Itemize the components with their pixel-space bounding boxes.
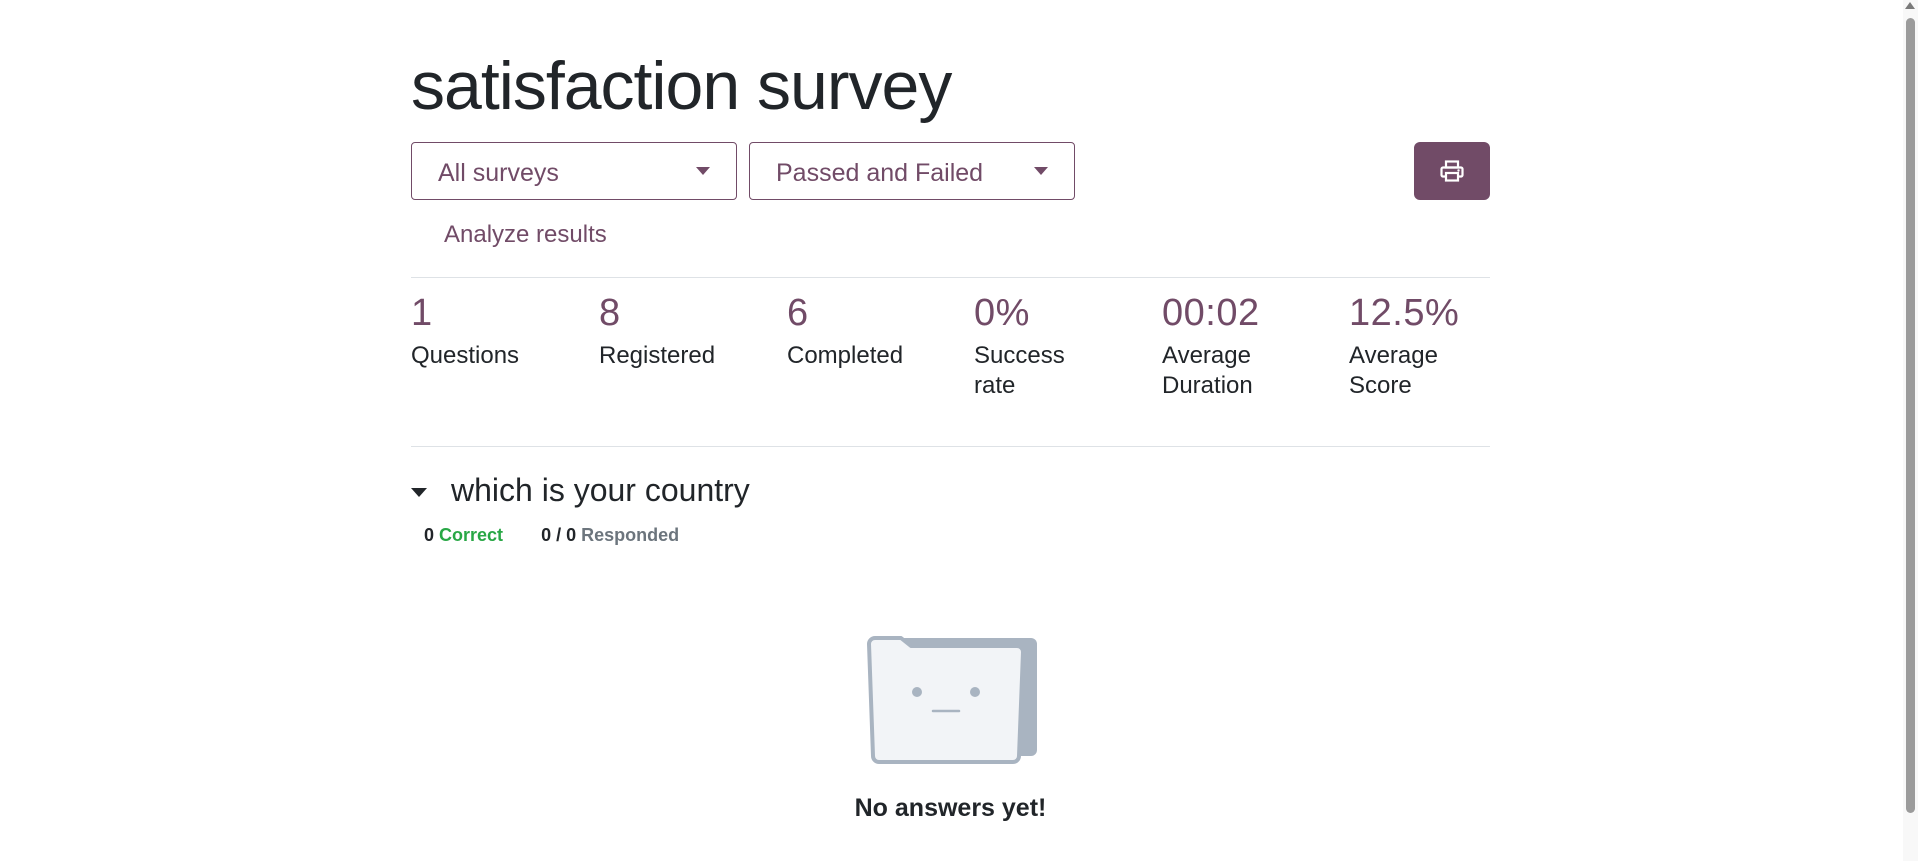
stat-value: 6 [787, 292, 809, 334]
caret-down-icon [696, 167, 710, 175]
empty-message: No answers yet! [854, 794, 1047, 822]
stat-label: Average Duration [1162, 342, 1253, 399]
survey-filter-value: All surveys [438, 159, 559, 187]
stat-label: Completed [787, 342, 904, 369]
stat-value: 0% [974, 292, 1030, 334]
page-title: satisfaction survey [411, 48, 952, 124]
stat-label: Success rate [974, 342, 1065, 399]
tab-analyze-results[interactable]: Analyze results [444, 220, 607, 250]
divider [411, 446, 1490, 447]
print-button[interactable] [1414, 142, 1490, 200]
question-title[interactable]: which is your country [451, 468, 750, 512]
stat-label: Questions [411, 342, 520, 369]
correct-count: 0 [424, 525, 435, 545]
empty-state: No answers yet! [411, 632, 1490, 823]
divider [411, 277, 1490, 278]
correct-label: Correct [439, 525, 504, 545]
stat-average-duration: 00:02 Average Duration [1162, 290, 1282, 401]
filter-bar: All surveys Passed and Failed [411, 142, 1490, 200]
vertical-scrollbar[interactable] [1903, 0, 1918, 861]
scrollbar-thumb[interactable] [1906, 18, 1915, 813]
responded-count: 0 / 0 [541, 525, 577, 545]
stat-label: Average Score [1349, 342, 1438, 399]
stat-value: 1 [411, 292, 433, 334]
stat-average-score: 12.5% Average Score [1349, 290, 1459, 401]
scroll-up-arrow-icon[interactable] [1905, 2, 1915, 9]
survey-filter-select[interactable]: All surveys [411, 142, 737, 200]
stat-completed: 6 Completed [787, 290, 967, 371]
printer-icon [1440, 160, 1464, 182]
result-filter-select[interactable]: Passed and Failed [749, 142, 1075, 200]
empty-folder-icon [866, 636, 1037, 764]
stat-value: 00:02 [1162, 292, 1260, 334]
responded-label: Responded [581, 525, 680, 545]
stat-value: 12.5% [1349, 292, 1460, 334]
stat-label: Registered [599, 342, 716, 369]
page: satisfaction survey All surveys Passed a… [0, 0, 1918, 861]
question-stats: 0 Correct 0 / 0 Responded [424, 524, 679, 546]
collapse-caret-icon[interactable] [411, 488, 427, 497]
caret-down-icon [1034, 167, 1048, 175]
stat-questions: 1 Questions [411, 290, 591, 371]
stat-registered: 8 Registered [599, 290, 779, 371]
stat-value: 8 [599, 292, 621, 334]
stat-success-rate: 0% Success rate [974, 290, 1084, 401]
result-filter-value: Passed and Failed [776, 159, 984, 187]
